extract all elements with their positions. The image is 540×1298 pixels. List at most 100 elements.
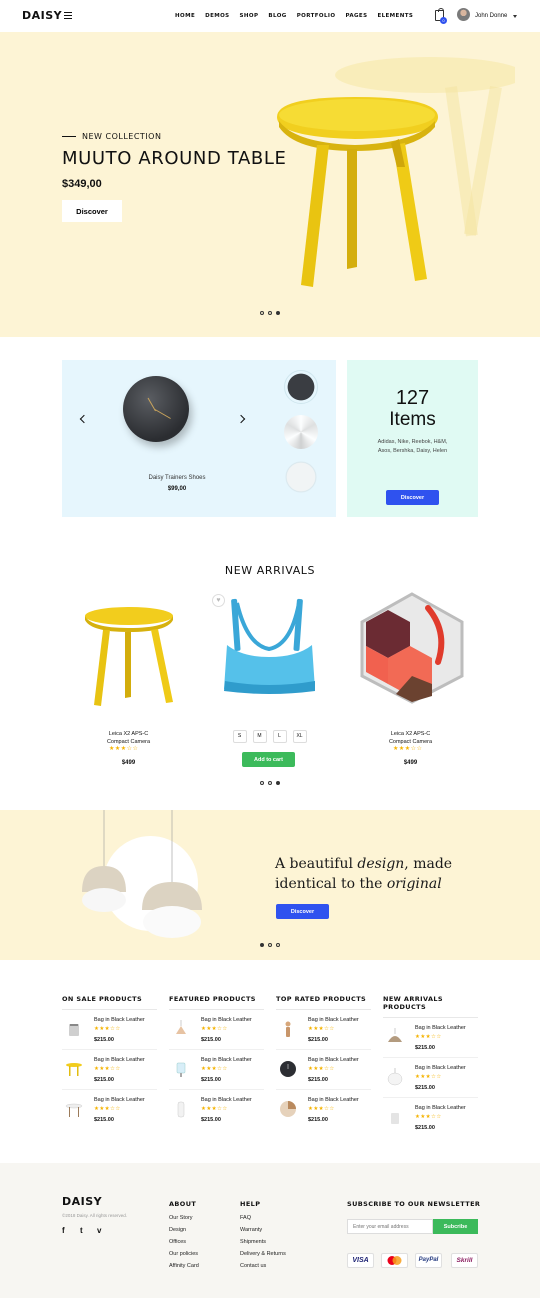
hamburger-menu-icon[interactable] — [64, 12, 72, 19]
list-item[interactable]: Bag in Black Leather ★★★☆☆ $215.00 — [62, 1010, 157, 1050]
subscribe-button[interactable]: Subcribe — [433, 1219, 478, 1234]
list-item[interactable]: Bag in Black Leather ★★★☆☆ $215.00 — [62, 1090, 157, 1130]
banner-emphasis: design — [357, 856, 405, 872]
slider-dot[interactable] — [268, 311, 272, 315]
white-pendant-thumb — [387, 1068, 403, 1086]
twitter-icon[interactable]: t — [80, 1226, 83, 1235]
list-item-price: $215.00 — [94, 1117, 114, 1123]
list-item-name: Bag in Black Leather — [201, 1097, 252, 1103]
footer-link[interactable]: Our policies — [169, 1248, 199, 1260]
newsletter-email-input[interactable] — [347, 1219, 433, 1234]
list-item[interactable]: Bag in Black Leather ★★★☆☆ $215.00 — [169, 1050, 264, 1090]
nav-demos[interactable]: DEMOS — [205, 13, 229, 19]
list-item[interactable]: Bag in Black Leather ★★★☆☆ $215.00 — [383, 1058, 478, 1098]
wood-figure-thumb — [285, 1021, 291, 1037]
main-nav: HOME DEMOS SHOP BLOG PORTFOLIO PAGES ELE… — [175, 13, 413, 19]
list-item[interactable]: Bag in Black Leather ★★★☆☆ $215.00 — [276, 1090, 371, 1130]
vimeo-icon[interactable]: v — [97, 1226, 101, 1235]
nav-home[interactable]: HOME — [175, 13, 195, 19]
list-item[interactable]: Bag in Black Leather ★★★☆☆ $215.00 — [276, 1050, 371, 1090]
size-option-s[interactable]: S — [232, 730, 247, 743]
footer-link[interactable]: Design — [169, 1224, 199, 1236]
slider-dot-active[interactable] — [260, 943, 264, 947]
showcase-thumb-clock[interactable] — [284, 370, 318, 404]
slider-dot[interactable] — [276, 943, 280, 947]
nav-pages[interactable]: PAGES — [345, 13, 367, 19]
size-option-m[interactable]: M — [252, 730, 267, 743]
chevron-right-icon[interactable] — [236, 414, 246, 424]
hero-price: $349,00 — [62, 178, 102, 190]
banner-emphasis: original — [386, 876, 442, 892]
showcase-product-name[interactable]: Daisy Trainers Shoes — [62, 475, 292, 481]
hero-discover-button[interactable]: Discover — [62, 200, 122, 222]
list-item[interactable]: Bag in Black Leather ★★★☆☆ $215.00 — [383, 1018, 478, 1058]
footer-link[interactable]: Affinity Card — [169, 1260, 199, 1272]
showcase-thumb-lamp[interactable] — [284, 415, 318, 449]
list-item[interactable]: Bag in Black Leather ★★★☆☆ $215.00 — [169, 1010, 264, 1050]
product-price: $499 — [403, 760, 418, 766]
visa-icon: VISA — [347, 1253, 374, 1268]
list-item[interactable]: Bag in Black Leather ★★★☆☆ $215.00 — [169, 1090, 264, 1130]
list-item[interactable]: Bag in Black Leather ★★★☆☆ $215.00 — [62, 1050, 157, 1090]
slider-dot[interactable] — [268, 781, 272, 785]
chevron-left-icon[interactable] — [79, 414, 89, 424]
wall-clock-image — [123, 376, 189, 442]
help-links: FAQ Warranty Shipments Delivery & Return… — [240, 1212, 286, 1272]
avatar[interactable] — [457, 8, 470, 21]
footer-link[interactable]: Warranty — [240, 1224, 286, 1236]
chevron-down-icon[interactable] — [513, 15, 517, 18]
slider-dot[interactable] — [268, 943, 272, 947]
add-to-cart-button[interactable]: Add to cart — [242, 752, 295, 767]
list-item-price: $215.00 — [308, 1037, 328, 1043]
facebook-icon[interactable]: f — [62, 1226, 65, 1235]
site-logo[interactable]: DAISY — [22, 9, 62, 22]
arrivals-pagination — [260, 781, 280, 785]
promo-banner: A beautiful design, made identical to th… — [0, 810, 540, 960]
nav-blog[interactable]: BLOG — [268, 13, 286, 19]
footer-link[interactable]: Offices — [169, 1236, 199, 1248]
footer-link[interactable]: FAQ — [240, 1212, 286, 1224]
rating-stars: ★★★☆☆ — [201, 1026, 228, 1032]
slider-dot[interactable] — [260, 311, 264, 315]
product-price: $499 — [121, 760, 136, 766]
cart-count-badge: 0 — [440, 17, 447, 24]
product-showcase: Daisy Trainers Shoes $99,00 — [62, 360, 336, 517]
list-item-price: $215.00 — [94, 1037, 114, 1043]
product-card[interactable]: Leica X2 APS-C Compact Camera ★★★☆☆ $499 — [71, 590, 186, 770]
user-name[interactable]: John Donne — [475, 13, 507, 19]
white-table-thumb — [65, 1103, 83, 1117]
footer-logo[interactable]: DAISY — [62, 1195, 102, 1208]
list-item[interactable]: Bag in Black Leather ★★★☆☆ $215.00 — [383, 1098, 478, 1138]
items-brands: Adidas, Nike, Reebok, H&M, Asos, Bershka… — [377, 439, 448, 454]
items-discover-button[interactable]: Discover — [386, 490, 439, 505]
list-item-price: $215.00 — [415, 1045, 435, 1051]
list-item[interactable]: Bag in Black Leather ★★★☆☆ $215.00 — [276, 1010, 371, 1050]
product-list-column: TOP RATED PRODUCTS Bag in Black Leather ★★… — [276, 995, 371, 1130]
list-item-name: Bag in Black Leather — [308, 1097, 359, 1103]
product-card[interactable]: ♥ S M L XL Add to cart — [212, 590, 327, 770]
candle-thumb — [69, 1024, 79, 1036]
footer-link[interactable]: Our Story — [169, 1212, 199, 1224]
nav-elements[interactable]: ELEMENTS — [377, 13, 413, 19]
nav-shop[interactable]: SHOP — [240, 13, 259, 19]
slider-dot[interactable] — [260, 781, 264, 785]
size-option-xl[interactable]: XL — [292, 730, 307, 743]
footer-link[interactable]: Delivery & Returns — [240, 1248, 286, 1260]
banner-discover-button[interactable]: Discover — [276, 904, 329, 919]
banner-line-2: identical to the original — [275, 874, 452, 894]
items-label: Items — [389, 409, 436, 430]
size-option-l[interactable]: L — [272, 730, 287, 743]
showcase-thumb-plate[interactable] — [284, 460, 318, 494]
rating-stars: ★★★☆☆ — [201, 1106, 228, 1112]
footer-link[interactable]: Shipments — [240, 1236, 286, 1248]
slider-dot-active[interactable] — [276, 781, 280, 785]
glass-lamp-thumb — [176, 1062, 186, 1077]
nav-portfolio[interactable]: PORTFOLIO — [297, 13, 336, 19]
footer-link[interactable]: Contact us — [240, 1260, 286, 1272]
product-card[interactable]: Leica X2 APS-C Compact Camera ★★★☆☆ $499 — [353, 590, 468, 770]
yellow-table-thumb — [66, 1063, 82, 1076]
product-name-line: Leica X2 APS-C — [390, 731, 431, 737]
slider-dot-active[interactable] — [276, 311, 280, 315]
list-item-price: $215.00 — [201, 1117, 221, 1123]
list-item-name: Bag in Black Leather — [94, 1057, 145, 1063]
